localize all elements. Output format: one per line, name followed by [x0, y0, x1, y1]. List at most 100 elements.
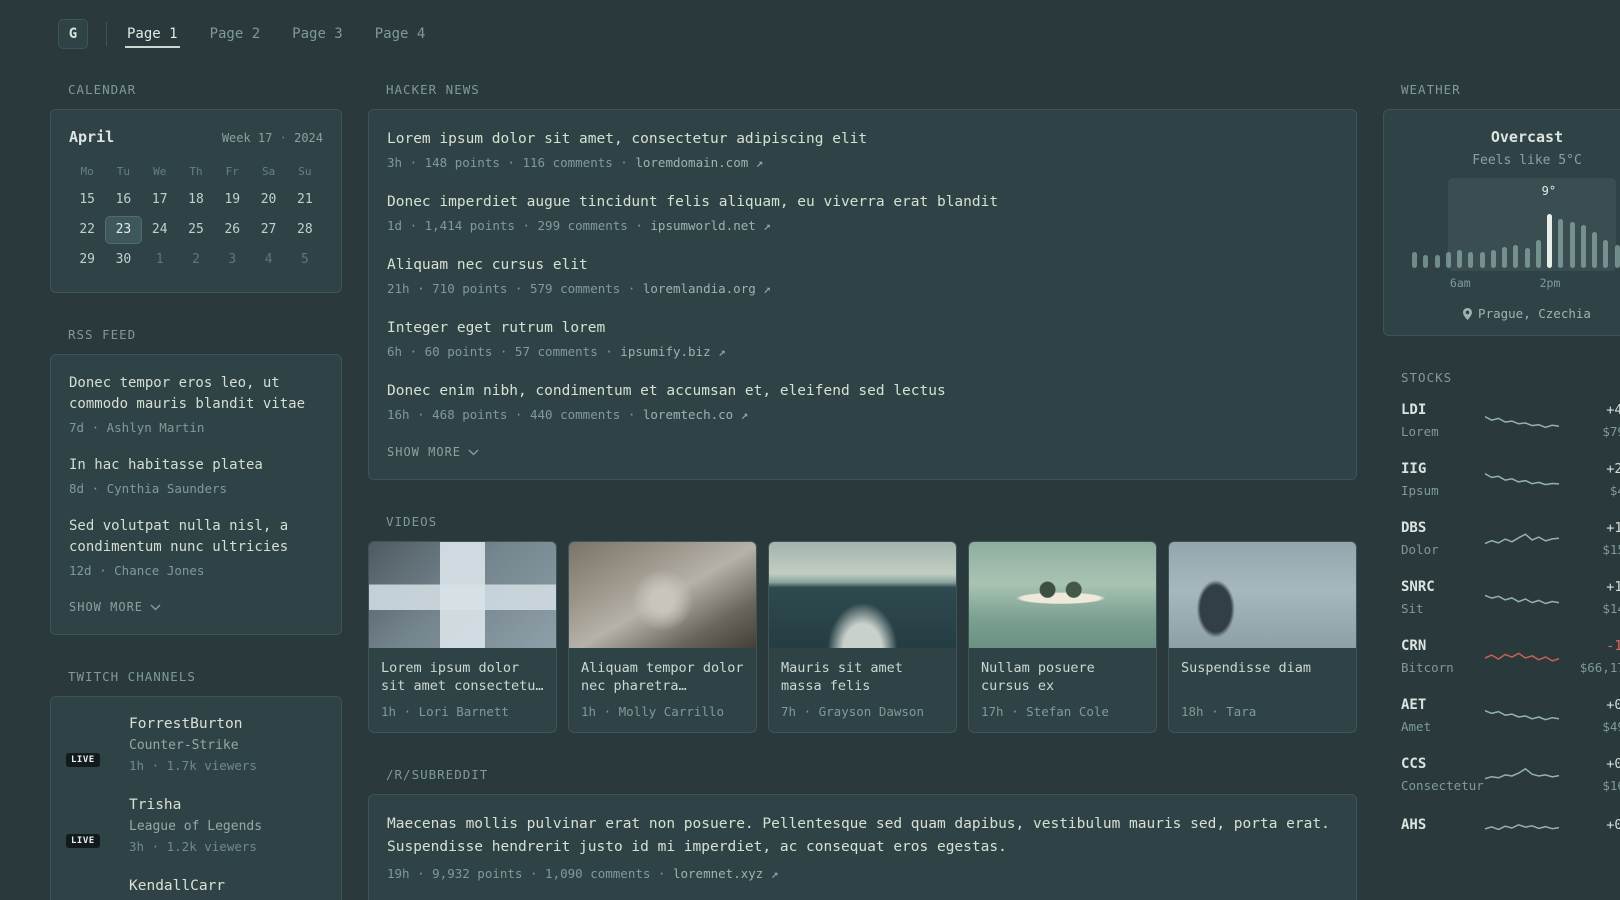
tab-page-2[interactable]: Page 2 [208, 20, 263, 48]
rss-show-more-button[interactable]: Show more [69, 598, 161, 616]
rss-item[interactable]: Sed volutpat nulla nisl, a condimentum n… [69, 516, 323, 579]
stock-row[interactable]: AHS +0.46% [1401, 814, 1620, 840]
stock-price: $165.84 [1602, 778, 1620, 793]
calendar-weekday: Su [298, 165, 312, 178]
hacker-news-title[interactable]: Donec imperdiet augue tincidunt felis al… [387, 194, 998, 210]
weather-location[interactable]: Prague, Czechia [1400, 306, 1620, 321]
video-title[interactable]: Nullam posuere cursus ex [981, 659, 1144, 695]
hacker-news-widget: Hacker News Lorem ipsum dolor sit amet, … [368, 82, 1357, 480]
video-meta: 7h · Grayson Dawson [781, 704, 924, 719]
video-card[interactable]: Mauris sit amet massa felis 7h · Grayson… [768, 541, 957, 733]
rss-item-title[interactable]: In hac habitasse platea [69, 455, 323, 476]
reddit-post: Maecenas mollis pulvinar erat non posuer… [387, 813, 1338, 882]
twitch-channel-name[interactable]: KendallCarr [129, 877, 225, 896]
rss-item-title[interactable]: Donec tempor eros leo, ut commodo mauris… [69, 373, 323, 415]
stock-row[interactable]: CCS Consectetur +0.51% $165.84 [1401, 755, 1620, 794]
stock-sparkline [1485, 652, 1560, 662]
stock-row[interactable]: DBS Dolor +1.42% $156.28 [1401, 519, 1620, 558]
weather-bar [1502, 247, 1507, 268]
calendar-day-next-month: 4 [264, 252, 273, 267]
hacker-news-domain-link[interactable]: loremlandia.org [643, 281, 756, 296]
hacker-news-show-more-button[interactable]: Show more [387, 443, 479, 461]
stock-sparkline [1485, 709, 1560, 720]
hacker-news-domain-link[interactable]: loremtech.co [643, 407, 733, 422]
video-body: Mauris sit amet massa felis 7h · Grayson… [769, 648, 956, 732]
twitch-channel[interactable]: LIVE ForrestBurton Counter-Strike 1h · 1… [66, 715, 323, 774]
twitch-channel-meta: 3h · 1.2k viewers [129, 839, 257, 854]
stock-row[interactable]: AET Amet +0.92% $499.72 [1401, 696, 1620, 735]
tab-page-3[interactable]: Page 3 [290, 20, 345, 48]
video-title[interactable]: Mauris sit amet massa felis [781, 659, 944, 695]
rss-item[interactable]: Donec tempor eros leo, ut commodo mauris… [69, 373, 323, 436]
rss-widget: RSS Feed Donec tempor eros leo, ut commo… [50, 327, 342, 635]
hacker-news-domain-link[interactable]: ipsumworld.net [650, 218, 755, 233]
stock-sparkline [1485, 415, 1560, 428]
weather-bar [1479, 252, 1485, 268]
stock-row[interactable]: LDI Lorem +4.35% $795.18 [1401, 401, 1620, 440]
video-card[interactable]: Suspendisse diam 18h · Tara [1168, 541, 1357, 733]
hacker-news-item: Integer eget rutrum lorem 6h · 60 points… [387, 317, 1338, 360]
tab-page-4[interactable]: Page 4 [373, 20, 428, 48]
twitch-channel-name[interactable]: Trisha [129, 796, 262, 815]
twitch-channel[interactable]: KendallCarr [69, 877, 323, 900]
calendar-day-next-month: 3 [228, 252, 237, 267]
calendar-day: 25 [188, 222, 204, 237]
video-thumbnail[interactable] [969, 542, 1156, 648]
stocks-widget: Stocks LDI Lorem +4.35% $795.18 IIG Ipsum +… [1383, 370, 1620, 840]
twitch-card: LIVE ForrestBurton Counter-Strike 1h · 1… [50, 696, 342, 900]
stocks-list: LDI Lorem +4.35% $795.18 IIG Ipsum +2.84% $4… [1383, 397, 1620, 840]
twitch-channel[interactable]: LIVE Trisha League of Legends 3h · 1.2k … [66, 796, 323, 855]
calendar-separator: · [279, 131, 287, 145]
weather-bar [1603, 240, 1609, 268]
stock-row[interactable]: CRN Bitcorn -1.00% $66,171.48 [1401, 637, 1620, 676]
meta-text: 21h · 710 points · 579 comments · [387, 281, 643, 296]
chevron-down-icon [468, 449, 479, 455]
twitch-channel-name[interactable]: ForrestBurton [129, 715, 257, 734]
hacker-news-card: Lorem ipsum dolor sit amet, consectetur … [368, 109, 1357, 480]
rss-item[interactable]: In hac habitasse platea 8d · Cynthia Sau… [69, 455, 323, 497]
rss-item-meta: 8d · Cynthia Saunders [69, 481, 228, 496]
stock-ticker: CCS [1401, 756, 1427, 772]
stock-name: Bitcorn [1401, 660, 1454, 675]
calendar-weekday: We [153, 165, 167, 178]
calendar-day-next-month: 5 [300, 252, 309, 267]
calendar-day-today: 23 [105, 216, 142, 244]
stocks-section-title: Stocks [1401, 370, 1453, 385]
video-card[interactable]: Aliquam tempor dolor nec pharetra… 1h · … [568, 541, 757, 733]
calendar-day: 28 [297, 222, 313, 237]
hacker-news-section-title: Hacker News [386, 82, 480, 97]
tab-page-1[interactable]: Page 1 [125, 20, 180, 48]
video-card[interactable]: Nullam posuere cursus ex 17h · Stefan Co… [968, 541, 1157, 733]
hacker-news-title[interactable]: Aliquam nec cursus elit [387, 257, 588, 273]
video-card[interactable]: Lorem ipsum dolor sit amet consectetu… 1… [368, 541, 557, 733]
weather-bar [1412, 252, 1417, 268]
video-thumbnail[interactable] [569, 542, 756, 648]
live-badge: LIVE [66, 834, 100, 848]
widgets-grid: Calendar April Week 17 · 2024 Mo Tu We [50, 68, 1620, 900]
calendar-day: 24 [151, 222, 168, 237]
video-title[interactable]: Lorem ipsum dolor sit amet consectetu… [381, 659, 544, 695]
weather-bar [1434, 255, 1440, 268]
reddit-domain-link[interactable]: loremnet.xyz [673, 866, 763, 881]
reddit-post-title[interactable]: Maecenas mollis pulvinar erat non posuer… [387, 816, 1330, 855]
video-title[interactable]: Suspendisse diam [1181, 659, 1344, 695]
videos-widget: Videos Lorem ipsum dolor sit amet consec… [368, 514, 1357, 733]
hacker-news-domain-link[interactable]: ipsumify.biz [620, 344, 710, 359]
hacker-news-domain-link[interactable]: loremdomain.com [635, 155, 748, 170]
video-title[interactable]: Aliquam tempor dolor nec pharetra… [581, 659, 744, 695]
hacker-news-title[interactable]: Integer eget rutrum lorem [387, 320, 605, 336]
stock-row[interactable]: SNRC Sit +1.36% $148.64 [1401, 578, 1620, 617]
weather-bar [1524, 248, 1530, 268]
video-thumbnail[interactable] [369, 542, 556, 648]
video-thumbnail[interactable] [769, 542, 956, 648]
calendar-week-label: Week 17 · 2024 [222, 131, 323, 145]
calendar-day: 17 [151, 192, 168, 207]
video-thumbnail[interactable] [1169, 542, 1356, 648]
rss-item-title[interactable]: Sed volutpat nulla nisl, a condimentum n… [69, 516, 323, 558]
stock-row[interactable]: IIG Ipsum +2.84% $42.04 [1401, 460, 1620, 499]
hacker-news-title[interactable]: Lorem ipsum dolor sit amet, consectetur … [387, 131, 867, 147]
video-body: Lorem ipsum dolor sit amet consectetu… 1… [369, 648, 556, 732]
app-logo[interactable]: G [58, 19, 88, 49]
hacker-news-title[interactable]: Donec enim nibh, condimentum et accumsan… [387, 383, 946, 399]
hacker-news-meta: 3h · 148 points · 116 comments · loremdo… [387, 154, 1338, 171]
